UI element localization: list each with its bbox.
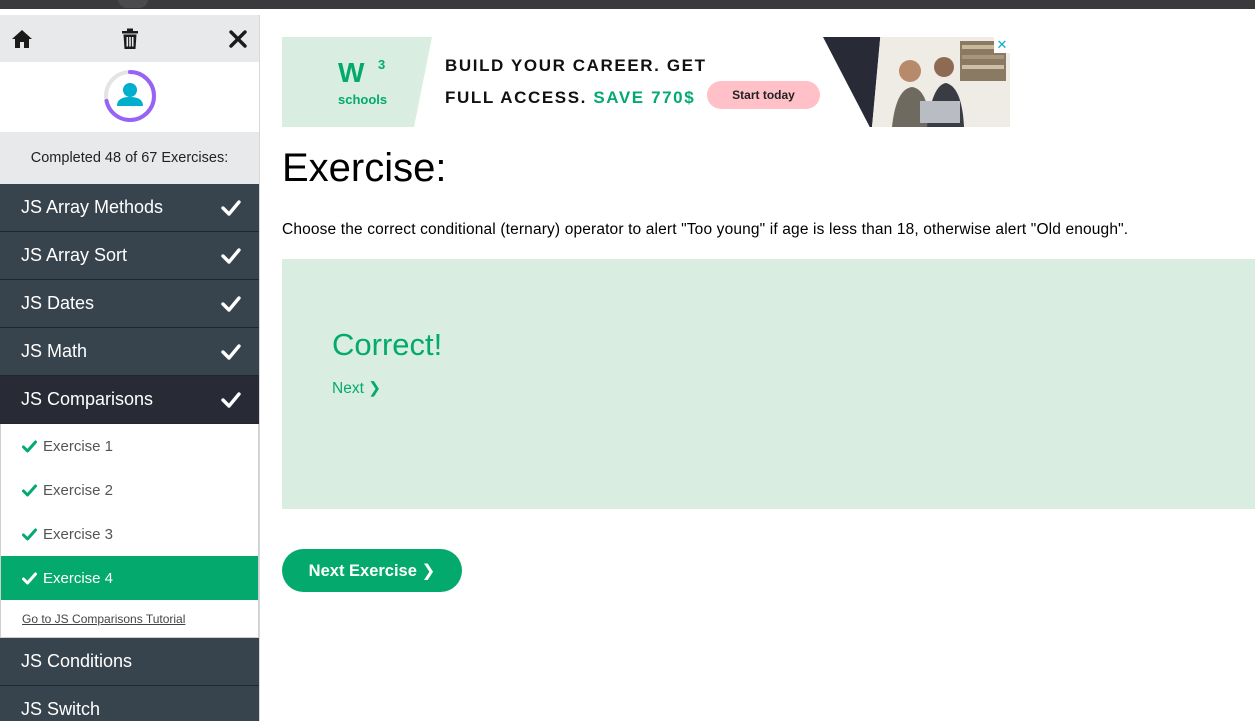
checkmark-icon bbox=[221, 344, 241, 360]
topic-label: JS Array Methods bbox=[21, 197, 164, 217]
topic-js-comparisons[interactable]: JS Comparisons bbox=[0, 376, 259, 424]
topic-js-math[interactable]: JS Math bbox=[0, 328, 259, 376]
checkmark-icon bbox=[22, 484, 37, 496]
topic-js-array-sort[interactable]: JS Array Sort bbox=[0, 232, 259, 280]
ad-banner[interactable]: W 3 schools BUILD YOUR CAREER. GET FULL … bbox=[282, 37, 1010, 127]
checkmark-icon bbox=[22, 572, 37, 584]
exercise-sidebar: Completed 48 of 67 Exercises: JS Array M… bbox=[0, 15, 260, 721]
topic-js-array-methods[interactable]: JS Array Methods bbox=[0, 184, 259, 232]
exercise-label: Exercise 1 bbox=[43, 437, 114, 455]
browser-chrome-bar bbox=[0, 0, 1255, 9]
sidebar-toolbar bbox=[0, 15, 259, 62]
ad-headline-1: BUILD YOUR CAREER. GET bbox=[445, 56, 707, 75]
topic-label: JS Conditions bbox=[21, 651, 133, 671]
exercise-label: Exercise 2 bbox=[43, 481, 114, 499]
home-icon[interactable] bbox=[9, 26, 35, 52]
w3schools-logo-text: schools bbox=[338, 92, 388, 107]
topic-label: JS Switch bbox=[21, 699, 101, 719]
topic-js-dates[interactable]: JS Dates bbox=[0, 280, 259, 328]
topic-js-conditions[interactable]: JS Conditions bbox=[0, 638, 259, 686]
ad-headline-2-prefix: FULL ACCESS. bbox=[445, 88, 594, 107]
exercise-item-1[interactable]: Exercise 1 bbox=[1, 424, 258, 468]
ad-headline-2: FULL ACCESS. SAVE 770$ bbox=[445, 88, 695, 108]
main-content: W 3 schools BUILD YOUR CAREER. GET FULL … bbox=[282, 15, 1255, 721]
next-exercise-button[interactable]: Next Exercise ❯ bbox=[282, 549, 462, 592]
page-title: Exercise: bbox=[282, 146, 447, 190]
ad-cta-button[interactable]: Start today bbox=[707, 81, 820, 109]
checkmark-icon bbox=[221, 200, 241, 216]
topic-label: JS Dates bbox=[21, 293, 95, 313]
ad-photo bbox=[872, 37, 1010, 127]
exercise-item-2[interactable]: Exercise 2 bbox=[1, 468, 258, 512]
topic-label: JS Array Sort bbox=[21, 245, 128, 265]
progress-ring bbox=[104, 70, 156, 122]
progress-text: Completed 48 of 67 Exercises: bbox=[0, 132, 259, 184]
topic-label: JS Comparisons bbox=[21, 389, 154, 409]
exercise-label: Exercise 4 bbox=[43, 569, 114, 587]
checkmark-icon bbox=[221, 248, 241, 264]
result-panel: Correct! Next ❯ bbox=[282, 259, 1255, 509]
ad-save-amount: SAVE 770$ bbox=[593, 88, 696, 107]
checkmark-icon bbox=[22, 528, 37, 540]
close-icon[interactable] bbox=[225, 26, 251, 52]
topic-list-after: JS Conditions JS Switch bbox=[0, 638, 259, 721]
ad-close-icon[interactable]: ✕ bbox=[994, 37, 1010, 53]
exercise-description: Choose the correct conditional (ternary)… bbox=[282, 221, 1129, 238]
tutorial-link[interactable]: Go to JS Comparisons Tutorial bbox=[1, 600, 258, 638]
w3schools-logo-super: 3 bbox=[378, 57, 386, 72]
topic-js-switch[interactable]: JS Switch bbox=[0, 686, 259, 721]
exercise-label: Exercise 3 bbox=[43, 525, 114, 543]
topic-label: JS Math bbox=[21, 341, 88, 361]
exercise-item-3[interactable]: Exercise 3 bbox=[1, 512, 258, 556]
checkmark-icon bbox=[221, 392, 241, 408]
browser-top-strip bbox=[0, 0, 1255, 15]
next-link[interactable]: Next ❯ bbox=[332, 379, 381, 398]
checkmark-icon bbox=[221, 296, 241, 312]
exercise-item-4[interactable]: Exercise 4 bbox=[1, 556, 258, 600]
trash-icon[interactable] bbox=[117, 26, 143, 52]
avatar bbox=[117, 83, 143, 106]
topic-list: JS Array Methods JS Array Sort JS Dates JS … bbox=[0, 184, 259, 376]
result-title: Correct! bbox=[332, 327, 443, 362]
w3schools-logo: W bbox=[338, 57, 365, 88]
user-avatar-area bbox=[0, 62, 259, 132]
exercise-list: Exercise 1 Exercise 2 Exercise 3 Exercise 4… bbox=[0, 424, 259, 638]
checkmark-icon bbox=[22, 440, 37, 452]
